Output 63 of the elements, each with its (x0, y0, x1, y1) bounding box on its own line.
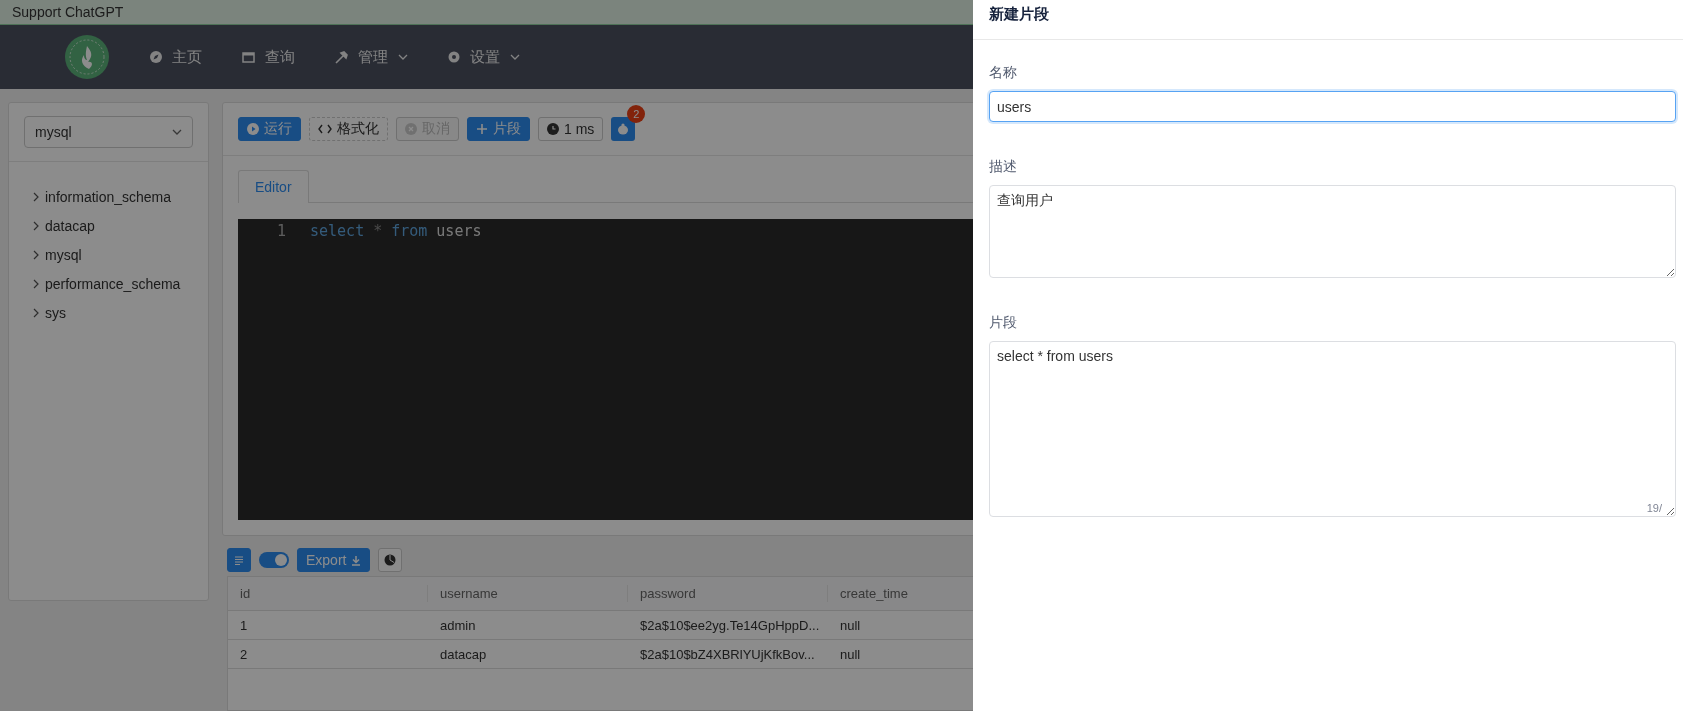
chevron-icon (33, 307, 39, 318)
view-toggle[interactable] (259, 552, 289, 568)
nav-item[interactable]: 设置 (448, 47, 520, 67)
column-header: password (628, 585, 828, 602)
table-cell-text: datacap (439, 645, 488, 664)
code-token: users (436, 222, 482, 240)
chevron-icon (33, 249, 39, 260)
table-cell-text: null (839, 645, 862, 664)
logo-icon (64, 34, 110, 80)
description-textarea[interactable]: 查询用户 (989, 185, 1676, 278)
name-input[interactable]: users (989, 91, 1676, 122)
toolbar-button[interactable]: 片段 (467, 117, 530, 141)
caret-icon (172, 129, 182, 135)
source-select[interactable]: mysql (24, 116, 193, 148)
code-token: select (310, 222, 365, 240)
tree-item[interactable]: datacap (33, 216, 208, 235)
gear-icon (448, 51, 460, 63)
close-icon (405, 123, 417, 135)
char-counter: 19/ (1646, 502, 1662, 514)
text-view-button[interactable] (227, 548, 251, 572)
drawer-title: 新建片段 (989, 5, 1049, 24)
table-cell-text: null (839, 616, 862, 635)
code-token: from (391, 222, 428, 240)
toolbar-button[interactable]: 格式化 (309, 117, 388, 141)
table-cell-text: admin (439, 616, 477, 635)
tree-item[interactable]: mysql (33, 245, 208, 264)
code-icon (318, 124, 332, 134)
bug-icon (617, 123, 630, 135)
column-header: username (428, 585, 628, 602)
nav-item[interactable]: 主页 (150, 47, 202, 67)
download-icon (351, 554, 362, 566)
field-label: 片段 (989, 314, 1018, 332)
tree-item[interactable]: performance_schema (33, 274, 208, 293)
chevron-icon (33, 278, 39, 289)
count-badge: 2 (627, 105, 646, 123)
chart-button[interactable] (378, 548, 403, 572)
table-cell-text: $2a$10$bZ4XBRlYUjKfkBov... (639, 645, 816, 664)
table-cell-text: 2 (239, 645, 249, 664)
toolbar-button[interactable]: 运行 (238, 117, 301, 141)
chevron-icon (33, 220, 39, 231)
window-icon (242, 51, 255, 63)
export-button[interactable]: Export (297, 548, 371, 572)
chevron-icon (33, 191, 39, 202)
nav-item[interactable]: 查询 (242, 47, 295, 67)
field-label: 描述 (989, 158, 1018, 176)
table-cell-text: 1 (239, 616, 249, 635)
nav-item[interactable]: 管理 (335, 47, 408, 67)
pie-chart-icon (384, 554, 397, 566)
hammer-icon (335, 50, 348, 64)
tree-item[interactable]: information_schema (33, 187, 208, 206)
toolbar-button[interactable]: 1 ms (538, 117, 604, 141)
bug-button[interactable] (611, 117, 636, 141)
field-label: 名称 (989, 64, 1018, 82)
play-icon (247, 123, 259, 135)
column-header: id (228, 585, 428, 602)
table-cell-text: $2a$10$ee2yg.Te14GpHppD... (639, 616, 821, 635)
lines-icon (233, 554, 245, 566)
compass-icon (150, 51, 162, 63)
code-token: * (373, 222, 383, 240)
tree-item[interactable]: sys (33, 303, 208, 322)
plus-icon (476, 123, 488, 135)
line-number: 1 (275, 222, 287, 240)
clock-icon (547, 123, 559, 135)
